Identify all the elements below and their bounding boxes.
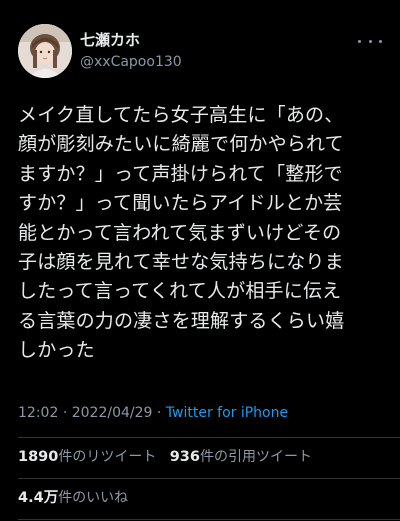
tweet-date[interactable]: 2022/04/29 <box>72 405 153 421</box>
user-handle[interactable]: @xxCapoo130 <box>80 52 182 72</box>
author-names[interactable]: 七瀬カホ @xxCapoo130 <box>80 30 182 72</box>
likes-unit: 万 <box>43 490 59 506</box>
quotes-label: 件の引用ツイート <box>200 449 312 465</box>
tweet-text-line: すか？」って聞いたらアイドルとか芸 <box>18 192 343 215</box>
engagement-stats: 1890件のリツイート 936件の引用ツイート <box>18 447 312 467</box>
meta-separator: · <box>156 405 162 421</box>
likes-stat[interactable]: 4.4万件のいいね <box>18 488 128 508</box>
quotes-stat[interactable]: 936件の引用ツイート <box>170 449 312 465</box>
tweet-text-line: ますか？」って声掛けられて「整形で <box>18 162 343 185</box>
avatar[interactable] <box>18 24 72 78</box>
divider <box>18 437 400 438</box>
meta-separator: · <box>62 405 68 421</box>
likes-count: 4.4 <box>18 490 44 506</box>
divider <box>18 478 400 479</box>
retweets-count: 1890 <box>18 449 59 465</box>
more-horizontal-icon[interactable] <box>358 34 382 48</box>
tweet-text-line: 能とかって言われて気まずいけどその <box>18 221 342 244</box>
display-name[interactable]: 七瀬カホ <box>80 30 182 50</box>
tweet-text-line: したって言ってくれて人が相手に伝え <box>18 280 342 303</box>
divider <box>18 519 400 520</box>
tweet-text-line: 子は顔を見れて幸せな気持ちになりま <box>18 251 344 274</box>
tweet-text-line: しかった <box>18 339 95 362</box>
tweet-source-link[interactable]: Twitter for iPhone <box>166 405 288 421</box>
tweet-text-line: メイク直してたら女子高生に「あの、 <box>18 104 344 126</box>
tweet-detail: 七瀬カホ @xxCapoo130 メイク直してたら女子高生に「あの、 顔が彫刻み… <box>0 0 400 521</box>
quotes-count: 936 <box>169 449 200 465</box>
avatar-photo <box>18 24 72 78</box>
tweet-text-line: 顔が彫刻みたいに綺麗で何かやられて <box>18 133 344 156</box>
tweet-meta: 12:02 · 2022/04/29 · Twitter for iPhone <box>18 403 288 423</box>
retweets-label: 件のリツイート <box>58 449 157 465</box>
likes-label: 件のいいね <box>58 490 129 506</box>
tweet-header: 七瀬カホ @xxCapoo130 <box>18 24 382 84</box>
retweets-stat[interactable]: 1890件のリツイート <box>18 449 156 465</box>
tweet-text-line: る言葉の力の凄さを理解するくらい嬉 <box>18 309 345 332</box>
tweet-text: メイク直してたら女子高生に「あの、 顔が彫刻みたいに綺麗で何かやられて ますか？… <box>18 101 386 366</box>
tweet-time[interactable]: 12:02 <box>18 405 58 421</box>
